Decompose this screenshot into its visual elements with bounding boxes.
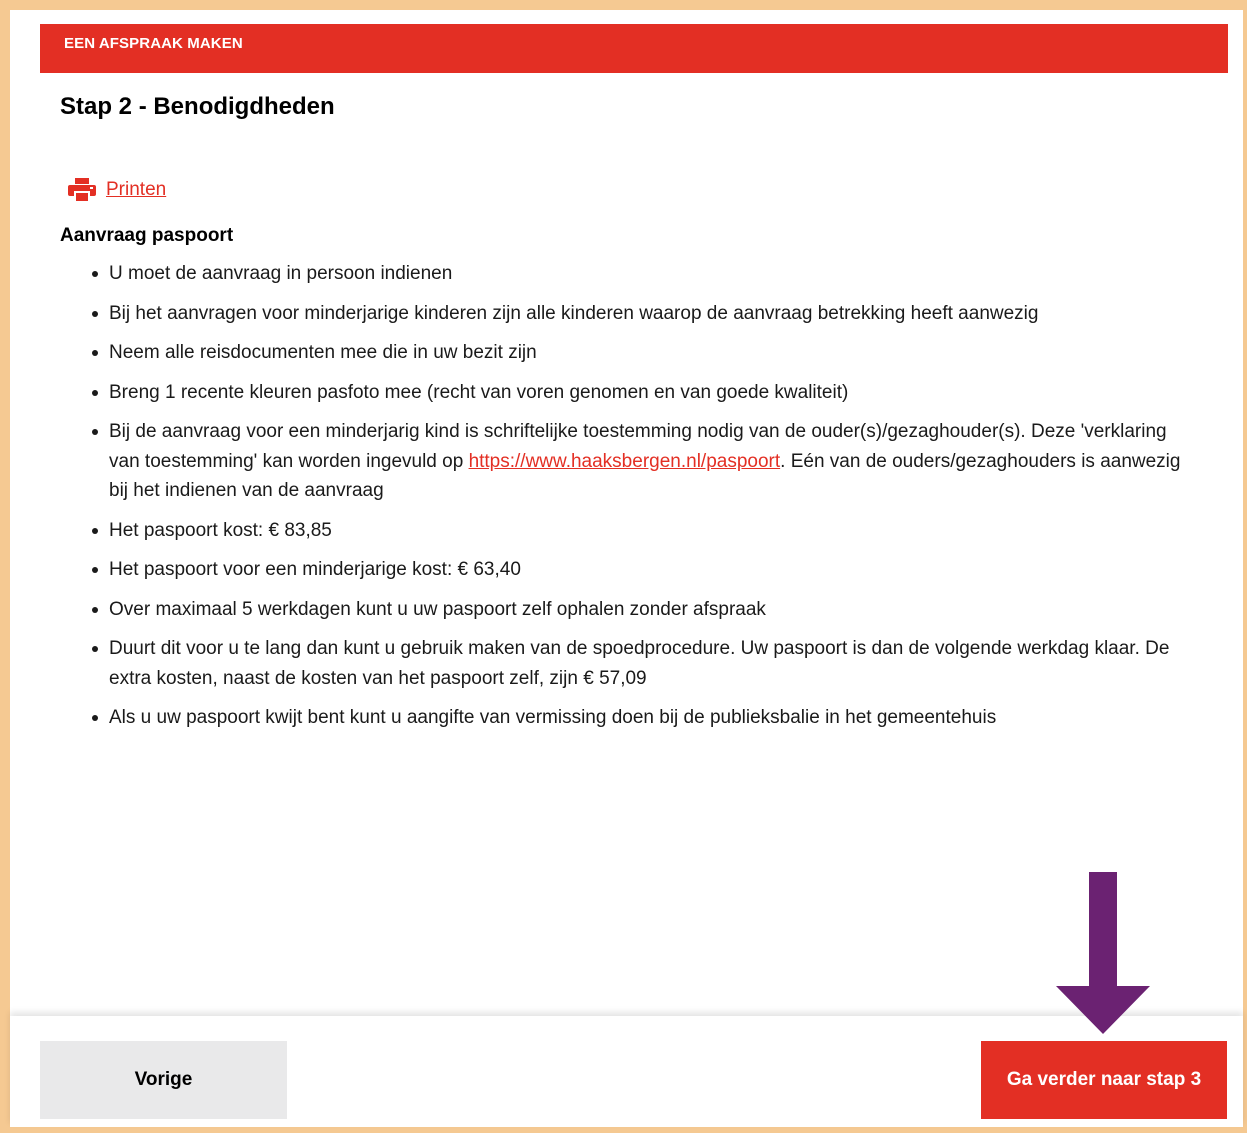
next-step-button[interactable]: Ga verder naar stap 3: [981, 1041, 1227, 1119]
list-item: Duurt dit voor u te lang dan kunt u gebr…: [92, 634, 1200, 693]
passport-info-link[interactable]: https://www.haaksbergen.nl/paspoort: [469, 451, 781, 472]
requirements-list: U moet de aanvraag in persoon indienen B…: [60, 259, 1200, 733]
step-title: Stap 2 - Benodigdheden: [60, 93, 335, 120]
print-action[interactable]: Printen: [68, 178, 166, 203]
list-item: Het paspoort kost: € 83,85: [92, 516, 1200, 546]
printer-icon[interactable]: [68, 178, 96, 203]
list-item: Het paspoort voor een minderjarige kost:…: [92, 555, 1200, 585]
list-item: U moet de aanvraag in persoon indienen: [92, 259, 1200, 289]
list-item: Bij de aanvraag voor een minderjarig kin…: [92, 417, 1200, 506]
previous-button[interactable]: Vorige: [40, 1041, 287, 1119]
list-item: Over maximaal 5 werkdagen kunt u uw pasp…: [92, 595, 1200, 625]
header-bar: EEN AFSPRAAK MAKEN: [40, 24, 1228, 73]
requirements-title: Aanvraag paspoort: [60, 225, 234, 246]
requirements-section: Aanvraag paspoort U moet de aanvraag in …: [60, 225, 1200, 743]
header-title: EEN AFSPRAAK MAKEN: [64, 35, 243, 52]
down-arrow-icon: [1056, 872, 1150, 1034]
list-item: Bij het aanvragen voor minderjarige kind…: [92, 299, 1200, 329]
list-item: Als u uw paspoort kwijt bent kunt u aang…: [92, 703, 1200, 733]
list-item: Neem alle reisdocumenten mee die in uw b…: [92, 338, 1200, 368]
list-item: Breng 1 recente kleuren pasfoto mee (rec…: [92, 378, 1200, 408]
print-link[interactable]: Printen: [106, 179, 166, 201]
